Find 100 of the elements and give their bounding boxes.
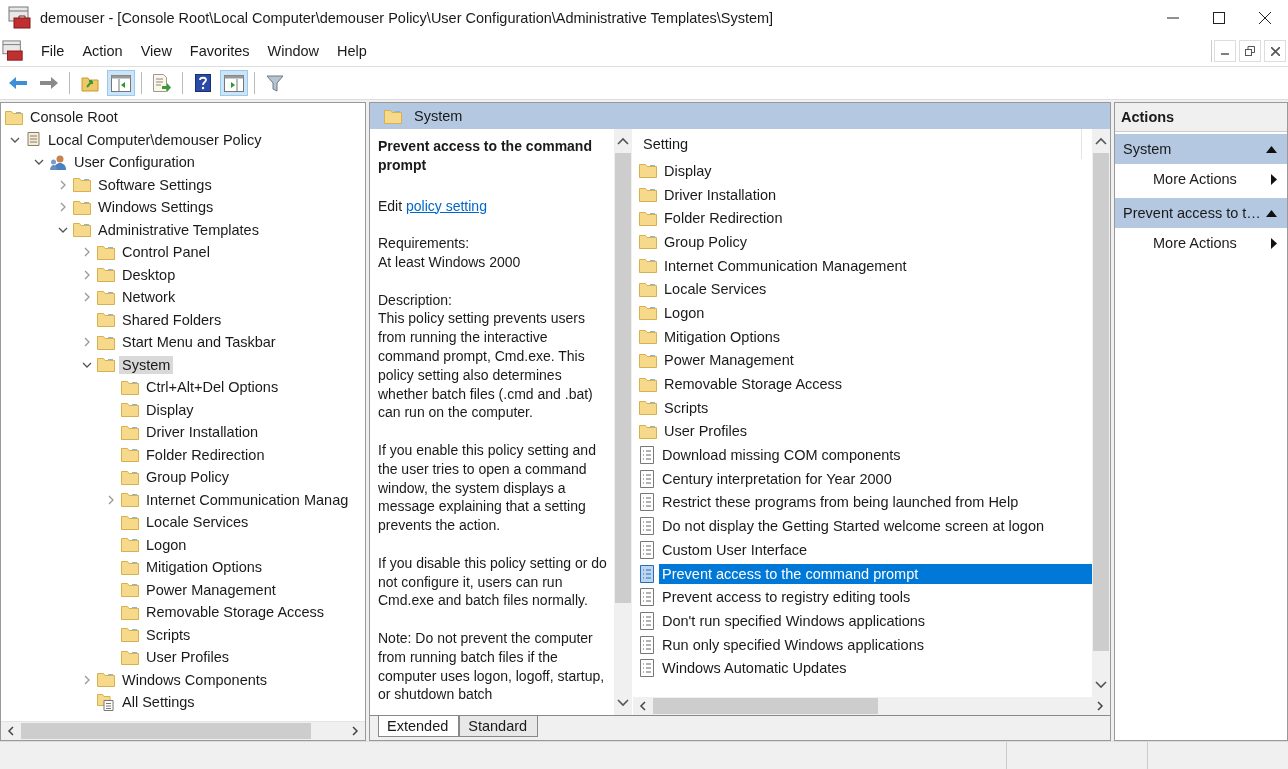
tree-item[interactable]: User Profiles — [143, 648, 232, 667]
users-icon — [49, 153, 67, 171]
chevron-right-icon[interactable] — [82, 292, 92, 303]
tree-item[interactable]: Ctrl+Alt+Del Options — [143, 378, 282, 397]
setting-item[interactable]: Windows Automatic Updates — [659, 658, 1092, 679]
tree-item[interactable]: Locale Services — [143, 513, 252, 532]
menu-item[interactable]: Help — [328, 41, 376, 61]
setting-item[interactable]: Removable Storage Access — [661, 374, 1092, 395]
horizontal-scrollbar[interactable] — [633, 697, 1110, 715]
vertical-scrollbar[interactable] — [1092, 129, 1110, 697]
setting-item[interactable]: Prevent access to registry editing tools — [659, 587, 1092, 608]
setting-item[interactable]: Century interpretation for Year 2000 — [659, 468, 1092, 489]
tree-item[interactable]: Windows Components — [119, 670, 271, 689]
setting-item[interactable]: Driver Installation — [661, 184, 1092, 205]
setting-item[interactable]: Don't run specified Windows applications — [659, 610, 1092, 631]
child-restore-button[interactable] — [1239, 40, 1261, 62]
folder-icon — [639, 352, 657, 368]
setting-item[interactable]: Restrict these programs from being launched from Help — [659, 492, 1092, 513]
setting-item[interactable]: Display — [661, 160, 1092, 181]
chevron-right-icon[interactable] — [58, 179, 68, 190]
setting-item[interactable]: User Profiles — [661, 421, 1092, 442]
folder-icon — [639, 400, 657, 416]
setting-document-icon — [639, 611, 655, 630]
more-actions-item[interactable]: More Actions — [1115, 164, 1287, 194]
chevron-right-icon[interactable] — [82, 674, 92, 685]
tree-item[interactable]: Scripts — [143, 625, 194, 644]
setting-item[interactable]: Run only specified Windows applications — [659, 634, 1092, 655]
menu-item[interactable]: Favorites — [180, 41, 259, 61]
tree-item[interactable]: Local Computer\demouser Policy — [45, 130, 265, 149]
setting-item[interactable]: Custom User Interface — [659, 539, 1092, 560]
tree-item[interactable]: Network — [119, 288, 179, 307]
setting-item[interactable]: Group Policy — [661, 231, 1092, 252]
more-actions-item[interactable]: More Actions — [1115, 228, 1287, 258]
setting-item[interactable]: Scripts — [661, 397, 1092, 418]
folder-icon — [639, 163, 657, 179]
vertical-scrollbar[interactable] — [614, 129, 632, 715]
menu-item[interactable]: View — [131, 41, 181, 61]
submenu-triangle-icon — [1271, 237, 1277, 249]
menu-item[interactable]: Action — [73, 41, 132, 61]
tree-item[interactable]: All Settings — [119, 693, 198, 712]
section-title: System — [414, 108, 463, 124]
tree-item[interactable]: Power Management — [143, 580, 279, 599]
tree-item[interactable]: Console Root — [27, 108, 121, 127]
chevron-right-icon[interactable] — [82, 247, 92, 258]
tree-item[interactable]: Shared Folders — [119, 310, 225, 329]
menu-item[interactable]: Window — [258, 41, 329, 61]
folder-icon — [121, 582, 139, 598]
chevron-right-icon[interactable] — [82, 269, 92, 280]
setting-item[interactable]: Download missing COM components — [659, 445, 1092, 466]
policy-title: Prevent access to the command prompt — [378, 137, 593, 175]
folder-icon — [121, 469, 139, 485]
tree-item[interactable]: Desktop — [119, 265, 179, 284]
requirements-label: Requirements: — [378, 234, 471, 253]
setting-item[interactable]: Folder Redirection — [661, 208, 1092, 229]
chevron-right-icon[interactable] — [58, 202, 68, 213]
folder-icon — [97, 244, 115, 260]
tree-item[interactable]: Control Panel — [119, 243, 213, 262]
setting-item[interactable]: Internet Communication Management — [661, 255, 1092, 276]
chevron-right-icon[interactable] — [82, 337, 92, 348]
tree-item[interactable]: Folder Redirection — [143, 445, 268, 464]
collapse-triangle-icon — [1266, 145, 1277, 153]
policy-setting-link[interactable]: policy setting — [406, 197, 487, 214]
tree-item[interactable]: Group Policy — [143, 468, 232, 487]
setting-item[interactable]: Do not display the Getting Started welcome screen at logon — [659, 516, 1092, 537]
chevron-up-icon — [617, 137, 629, 145]
setting-item[interactable]: Prevent access to the command prompt — [659, 563, 1092, 584]
tree-item[interactable]: Windows Settings — [95, 198, 217, 217]
action-section-header[interactable]: System — [1115, 134, 1287, 164]
setting-item[interactable]: Locale Services — [661, 279, 1092, 300]
tree-item[interactable]: Internet Communication Manag — [143, 490, 352, 509]
actions-header: Actions — [1115, 103, 1287, 132]
menu-item[interactable]: File — [32, 41, 74, 61]
tree-item[interactable]: Start Menu and Taskbar — [119, 333, 279, 352]
tree-item[interactable]: Mitigation Options — [143, 558, 266, 577]
action-section-header[interactable]: Prevent access to t… — [1115, 198, 1287, 228]
tree-item[interactable]: Administrative Templates — [95, 220, 262, 239]
tree-item[interactable]: User Configuration — [71, 153, 198, 172]
maximize-icon — [1213, 12, 1225, 24]
folder-icon — [5, 109, 23, 125]
setting-item[interactable]: Mitigation Options — [661, 326, 1092, 347]
view-tab[interactable]: Standard — [459, 716, 539, 737]
tree-item[interactable]: Software Settings — [95, 175, 215, 194]
tree-item[interactable]: Driver Installation — [143, 423, 261, 442]
setting-item[interactable]: Power Management — [661, 350, 1092, 371]
horizontal-scrollbar[interactable] — [1, 721, 365, 740]
view-tab[interactable]: Extended — [378, 716, 460, 737]
setting-item[interactable]: Logon — [661, 302, 1092, 323]
child-close-button[interactable] — [1264, 40, 1286, 62]
tree-item[interactable]: Removable Storage Access — [143, 603, 328, 622]
setting-document-icon — [639, 446, 655, 465]
collapse-triangle-icon — [1266, 209, 1277, 217]
child-minimize-button[interactable] — [1214, 40, 1236, 62]
tree-item[interactable]: Logon — [143, 535, 190, 554]
column-header[interactable]: Setting — [637, 129, 1082, 159]
description-paragraph: Note: Do not prevent the computer from running batch files if the computer uses logon, logoff, startup, or shutdown batch — [378, 628, 606, 705]
tree-item[interactable]: System — [119, 355, 174, 374]
tree-item[interactable]: Display — [143, 400, 197, 419]
chevron-right-icon[interactable] — [106, 494, 116, 505]
description-paragraph: If you enable this policy setting and the user tries to open a command window, the system displays a message explaining that a setting prevents the action. — [378, 440, 597, 535]
filter-icon — [266, 74, 284, 92]
